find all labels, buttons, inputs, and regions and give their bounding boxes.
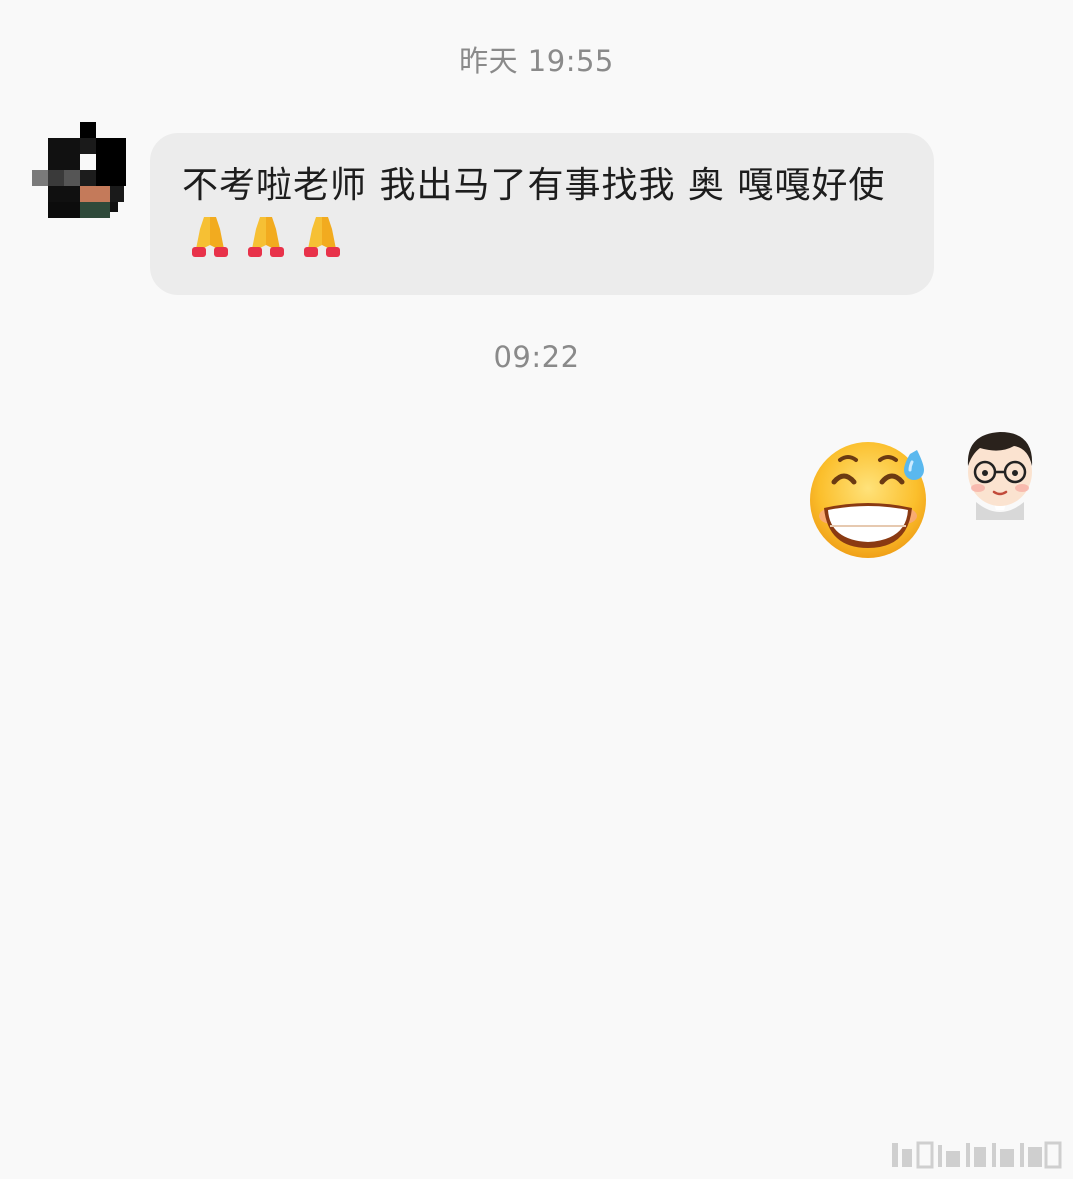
contact-avatar[interactable] (32, 122, 128, 220)
folded-hands-emoji-group (182, 215, 350, 275)
watermark-icon (892, 1141, 1062, 1169)
folded-hands-icon (248, 217, 284, 257)
timestamp: 09:22 (493, 340, 580, 374)
folded-hands-icon (192, 217, 228, 257)
cartoon-man-avatar-icon (967, 432, 1033, 520)
folded-hands-icon (304, 217, 340, 257)
grinning-sweat-face-icon (810, 442, 926, 558)
my-avatar[interactable] (958, 426, 1042, 520)
timestamp: 昨天 19:55 (459, 44, 614, 78)
watermark (888, 1141, 1064, 1169)
received-message-bubble[interactable]: 不考啦老师 我出马了有事找我 奥 嘎嘎好使 (150, 133, 934, 295)
message-text: 不考啦老师 我出马了有事找我 奥 嘎嘎好使 (182, 165, 886, 206)
chat-screen: 昨天 19:55 不考啦老师 我出马了有事找我 奥 嘎嘎好使 09:22 (0, 0, 1073, 1179)
sent-sticker[interactable] (800, 436, 940, 560)
pixelated-avatar-icon (32, 122, 126, 218)
